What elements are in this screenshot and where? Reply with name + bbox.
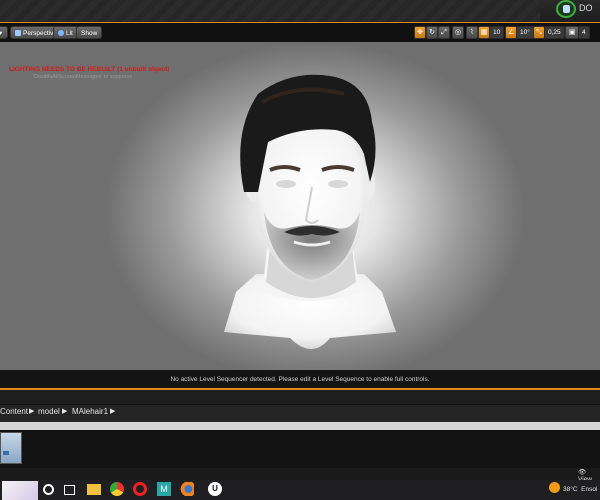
asset-thumbnail[interactable] [0, 432, 22, 464]
weather-temp: 38°C [563, 486, 578, 493]
weather-desc: Ensol [581, 486, 598, 493]
perspective-icon [15, 30, 21, 36]
editor-title-bar [0, 0, 600, 23]
rotate-mode-icon[interactable]: ↻ [426, 26, 438, 39]
world-local-icon[interactable]: ◎ [452, 26, 464, 39]
rotation-snap-value[interactable]: 10° [516, 26, 534, 39]
breadcrumb-separator-icon: ▶ [110, 408, 116, 415]
camera-speed-value[interactable]: 4 [578, 26, 590, 39]
grid-snap-value[interactable]: 10 [489, 26, 505, 39]
left-eye [276, 180, 296, 188]
asset-grid [0, 430, 600, 468]
right-eye [328, 180, 348, 188]
show-button[interactable]: Show [76, 26, 103, 39]
camera-speed-icon[interactable]: ▣ [565, 26, 579, 39]
task-view-icon[interactable] [64, 485, 75, 495]
breadcrumb-malehair1[interactable]: MAlehair1 [72, 407, 108, 416]
lit-label: Lit [66, 30, 73, 37]
breadcrumb-model[interactable]: model [38, 407, 60, 416]
search-icon[interactable] [43, 484, 54, 495]
file-explorer-icon[interactable] [87, 484, 101, 495]
level-viewport[interactable]: LIGHTING NEEDS TO BE REBUILT (1 unbuilt … [0, 42, 600, 370]
viewport-toolbar: ▾ Perspective Lit Show ✥ ↻ ⤢ ◎ ⌇ ▦ 10 ∠ … [0, 23, 600, 42]
source-control-icon[interactable] [556, 0, 576, 18]
breadcrumb-content[interactable]: Content [0, 407, 28, 416]
blender-icon[interactable] [180, 482, 194, 496]
content-scrollbar[interactable] [0, 422, 600, 430]
weather-status[interactable]: 38°C Ensol [563, 486, 597, 493]
sequencer-message: No active Level Sequencer detected. Plea… [170, 376, 430, 383]
maya-icon[interactable]: M [157, 482, 171, 496]
unreal-engine-icon[interactable]: U [208, 482, 222, 496]
lit-icon [58, 30, 64, 36]
show-label: Show [81, 30, 98, 37]
select-mode-icon[interactable]: ✥ [414, 26, 426, 39]
breadcrumb-separator-icon: ▶ [29, 408, 35, 415]
eye-icon: 👁 [578, 469, 587, 476]
scale-mode-icon[interactable]: ⤢ [438, 26, 450, 39]
lit-button[interactable]: Lit [53, 26, 78, 39]
desktop-thumbnail-icon[interactable] [2, 481, 38, 500]
weather-sun-icon[interactable] [549, 482, 560, 493]
opera-icon[interactable] [133, 482, 147, 496]
chrome-icon[interactable] [110, 482, 124, 496]
asset-type-icon [3, 451, 9, 455]
perspective-label: Perspective [23, 30, 57, 37]
head-model-render[interactable] [0, 42, 600, 370]
breadcrumb-separator-icon: ▶ [62, 408, 68, 415]
panel-gap [0, 390, 600, 404]
surface-snap-icon[interactable]: ⌇ [466, 26, 478, 39]
scale-snap-value[interactable]: 0,25 [544, 26, 565, 39]
viewport-menu-button[interactable]: ▾ [0, 26, 8, 39]
title-bar-label: DO [579, 3, 593, 13]
title-bar-pattern [0, 0, 540, 22]
